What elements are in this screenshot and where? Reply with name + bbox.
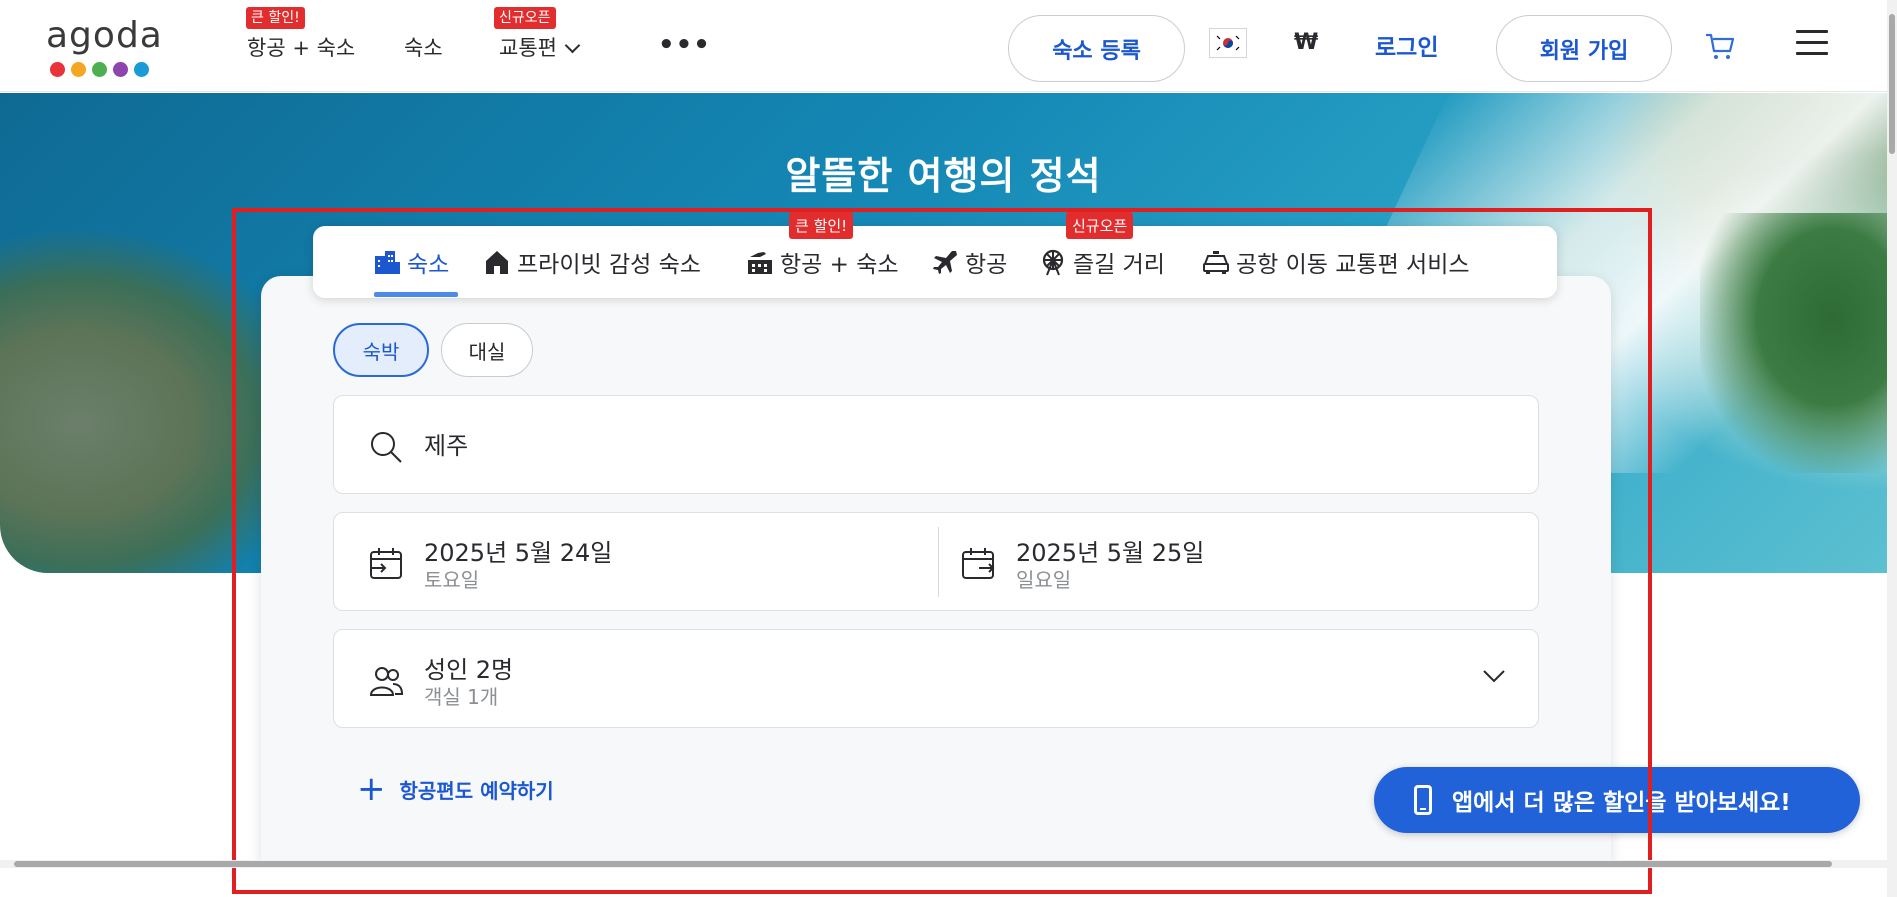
tab-activities-label: 즐길 거리 (1073, 252, 1165, 278)
signup-button[interactable]: 회원 가입 (1496, 15, 1672, 82)
guests-icon (369, 667, 404, 696)
tab-flight-hotel-label: 항공 + 숙소 (780, 252, 899, 278)
checkin-day: 토요일 (424, 568, 480, 592)
language-flag-button[interactable] (1209, 28, 1247, 58)
product-tabs: 숙소 프라이빗 감성 숙소 항공 + 숙소 항공 즐길 거리 공항 이동 교통편… (313, 226, 1557, 298)
guests-field[interactable]: 성인 2명 객실 1개 (333, 629, 1539, 728)
nav-item-hotels[interactable]: 숙소 (404, 32, 443, 62)
horizontal-scrollbar[interactable] (0, 860, 1887, 868)
overnight-toggle[interactable]: 숙박 (333, 323, 429, 377)
tab-airport-transfer[interactable]: 공항 이동 교통편 서비스 (1202, 226, 1470, 298)
tab-badge-discount: 큰 할인! (789, 212, 854, 239)
tab-private-stays[interactable]: 프라이빗 감성 숙소 (483, 226, 701, 298)
logo-dot-green (92, 62, 107, 77)
date-field: 2025년 5월 24일 토요일 2025년 5월 25일 일요일 (333, 512, 1539, 611)
guests-rooms: 객실 1개 (424, 685, 499, 709)
nav-badge-discount: 큰 할인! (246, 7, 305, 29)
chevron-down-icon[interactable] (1482, 668, 1506, 684)
logo-dot-red (50, 62, 65, 77)
add-flight-link[interactable]: + 항공편도 예약하기 (357, 769, 554, 809)
tab-private-stays-label: 프라이빗 감성 숙소 (517, 252, 701, 278)
cart-icon[interactable] (1704, 30, 1736, 62)
agoda-logo[interactable]: agoda (46, 15, 163, 77)
logo-dot-yellow (71, 62, 86, 77)
checkin-field[interactable]: 2025년 5월 24일 토요일 (334, 513, 937, 612)
logo-text: agoda (46, 15, 163, 56)
house-icon (486, 251, 508, 274)
nav-item-transport-label: 교통편 (499, 36, 557, 60)
checkin-calendar-icon (370, 548, 402, 579)
login-link[interactable]: 로그인 (1375, 28, 1438, 62)
horizontal-scroll-thumb[interactable] (14, 861, 1832, 867)
hamburger-menu-icon[interactable] (1796, 30, 1828, 58)
register-property-button[interactable]: 숙소 등록 (1008, 15, 1185, 82)
vertical-scroll-thumb[interactable] (1889, 14, 1895, 154)
guests-adults: 성인 2명 (424, 656, 514, 684)
plus-icon: + (357, 769, 386, 809)
hero-forest (1700, 213, 1887, 473)
tab-hotels[interactable]: 숙소 (373, 226, 449, 298)
airplane-icon (933, 251, 957, 274)
app-banner-label: 앱에서 더 많은 할인을 받아보세요! (1452, 790, 1791, 816)
chevron-down-icon (564, 37, 581, 54)
tab-hotels-label: 숙소 (407, 252, 450, 278)
bottom-area (0, 868, 1897, 897)
tab-badge-new: 신규오픈 (1066, 212, 1134, 239)
checkout-date: 2025년 5월 25일 (1016, 539, 1205, 567)
hotel-icon (375, 251, 400, 274)
logo-dot-purple (113, 62, 128, 77)
logo-dot-blue (134, 62, 149, 77)
vertical-scrollbar[interactable] (1887, 0, 1897, 897)
tab-airport-transfer-label: 공항 이동 교통편 서비스 (1236, 252, 1470, 278)
checkout-calendar-icon (962, 548, 995, 579)
hero-title: 알뜰한 여행의 정석 (785, 154, 1102, 198)
destination-input[interactable]: 제주 (424, 426, 468, 461)
active-tab-indicator (374, 292, 458, 297)
flight-hotel-icon (748, 252, 772, 274)
page: agoda 큰 할인! 항공 + 숙소 숙소 신규오픈 교통편 ••• 숙소 등… (0, 0, 1897, 897)
tab-flights[interactable]: 항공 (931, 226, 1007, 298)
destination-field[interactable]: 제주 (333, 395, 1539, 494)
top-header: agoda 큰 할인! 항공 + 숙소 숙소 신규오픈 교통편 ••• 숙소 등… (0, 0, 1887, 92)
search-icon (371, 432, 402, 463)
phone-icon (1414, 785, 1432, 815)
car-icon (1203, 251, 1229, 274)
nav-item-transport[interactable]: 교통편 (499, 32, 581, 62)
add-flight-label: 항공편도 예약하기 (399, 778, 554, 803)
nav-item-flight-hotel[interactable]: 항공 + 숙소 (247, 32, 355, 62)
dayuse-toggle[interactable]: 대실 (441, 323, 533, 377)
logo-dots (50, 62, 158, 77)
more-menu-icon[interactable]: ••• (658, 30, 711, 60)
tab-flights-label: 항공 (965, 252, 1008, 278)
app-download-banner[interactable]: 앱에서 더 많은 할인을 받아보세요! (1374, 767, 1860, 833)
checkout-field[interactable]: 2025년 5월 25일 일요일 (926, 513, 1538, 612)
currency-button[interactable]: ₩ (1294, 30, 1318, 55)
korea-flag-icon (1213, 32, 1243, 54)
ferris-wheel-icon (1042, 249, 1064, 276)
checkin-date: 2025년 5월 24일 (424, 539, 613, 567)
nav-badge-new: 신규오픈 (494, 7, 556, 29)
checkout-day: 일요일 (1016, 568, 1072, 592)
